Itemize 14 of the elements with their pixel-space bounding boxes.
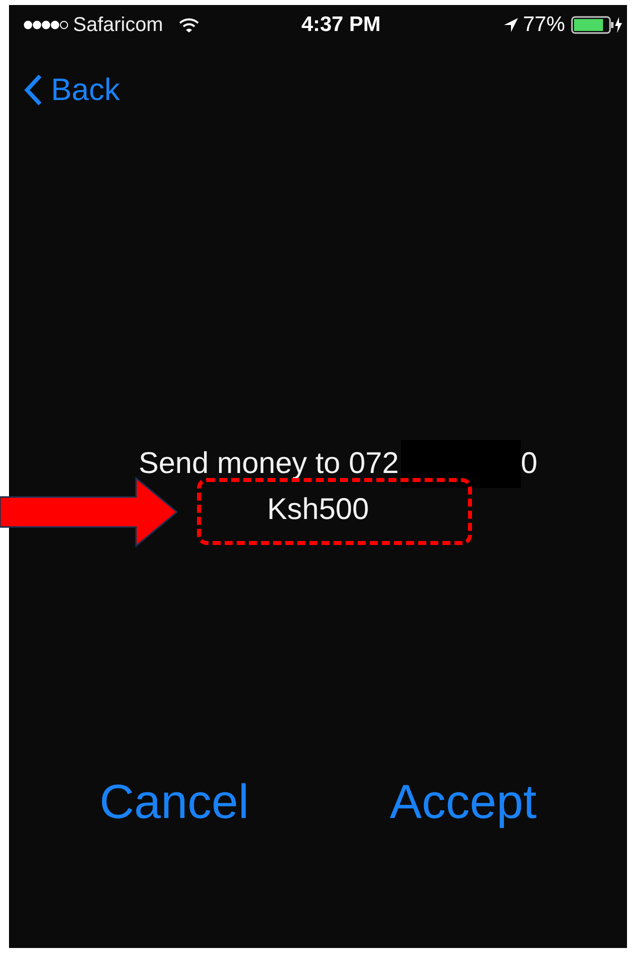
status-time: 4:37 PM [301,13,381,37]
chevron-left-icon [23,73,43,107]
location-arrow-icon [502,17,519,33]
message-text: 0 [520,447,538,481]
wifi-icon [179,18,200,32]
message-text: Send money to 072 [138,447,399,481]
battery-percent: 77% [522,13,565,37]
action-button[interactable]: Cancel [99,775,249,830]
battery-icon [571,15,623,35]
back-button[interactable]: Back [23,72,120,108]
action-button[interactable]: Accept [390,775,537,830]
amount-text: Ksh500 [267,493,369,527]
carrier-name: Safaricom [73,14,164,36]
signal-icon [23,20,69,30]
